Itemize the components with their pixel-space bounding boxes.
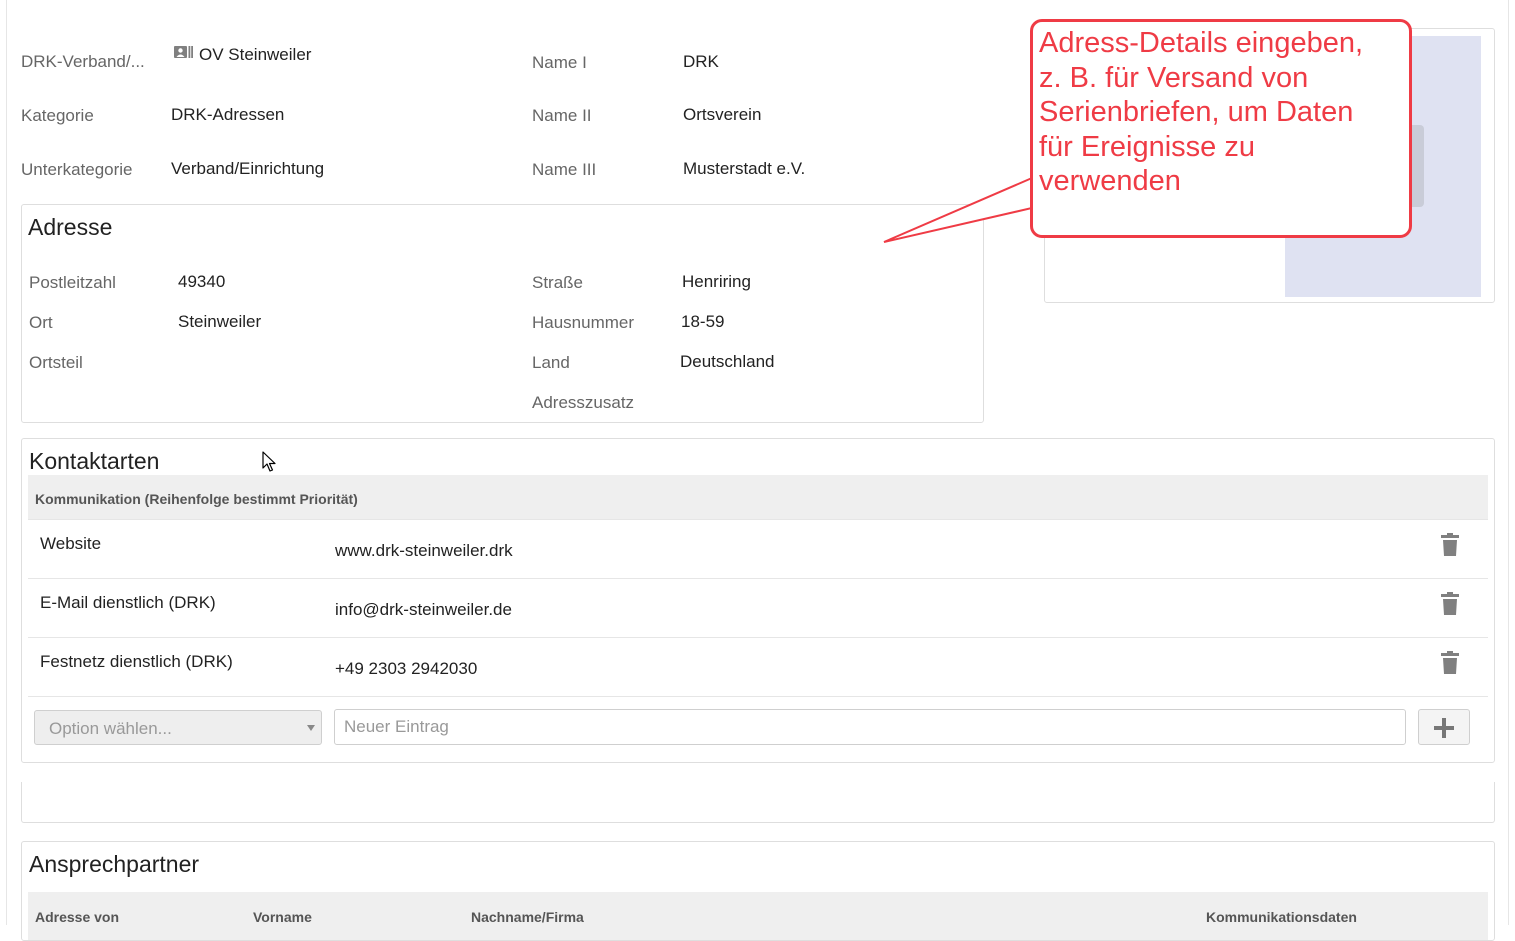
window-edge-right <box>1508 0 1509 925</box>
kategorie-label: Kategorie <box>21 106 94 125</box>
name3-value: Musterstadt e.V. <box>683 159 806 178</box>
caret-down-icon <box>307 725 315 731</box>
callout-line: z. B. für Versand von <box>1039 61 1309 94</box>
kontaktarten-table-header: Kommunikation (Reihenfolge bestimmt Prio… <box>28 475 1488 519</box>
ortsteil-label: Ortsteil <box>29 353 83 372</box>
column-vorname[interactable]: Vorname <box>253 909 312 925</box>
kategorie-value: DRK-Adressen <box>171 105 285 124</box>
adresse-title: Adresse <box>28 214 113 240</box>
ansprechpartner-table-header: Adresse von Vorname Nachname/Firma Kommu… <box>28 892 1488 940</box>
plz-label: Postleitzahl <box>29 273 116 292</box>
contact-type: Festnetz dienstlich (DRK) <box>40 652 233 671</box>
column-nachname-firma[interactable]: Nachname/Firma <box>471 909 584 925</box>
contact-value[interactable]: info@drk-steinweiler.de <box>335 600 512 620</box>
adresszusatz-label: Adresszusatz <box>532 393 635 412</box>
ort-value: Steinweiler <box>178 312 262 331</box>
contact-type: Website <box>40 534 102 553</box>
option-select-placeholder: Option wählen... <box>49 719 172 738</box>
table-row: E-Mail dienstlich (DRK) info@drk-steinwe… <box>28 579 1488 637</box>
callout-line: verwenden <box>1039 165 1181 197</box>
unterkategorie-value: Verband/Einrichtung <box>171 159 325 178</box>
contact-type: E-Mail dienstlich (DRK) <box>40 593 216 612</box>
verband-value[interactable]: OV Steinweiler <box>199 45 311 65</box>
callout-box: Adress-Details eingeben, z. B. für Versa… <box>1030 19 1412 238</box>
name1-value: DRK <box>683 52 719 71</box>
unterkategorie-label: Unterkategorie <box>21 160 133 179</box>
column-adresse-von[interactable]: Adresse von <box>35 909 119 925</box>
add-contact-button[interactable] <box>1418 709 1470 745</box>
ansprechpartner-panel: Ansprechpartner Adresse von Vorname Nach… <box>21 841 1495 941</box>
kontaktarten-column-kommunikation: Kommunikation (Reihenfolge bestimmt Prio… <box>35 491 358 507</box>
row-divider <box>28 696 1488 697</box>
name1-label: Name I <box>532 53 587 72</box>
land-label: Land <box>532 353 570 372</box>
callout-pointer <box>883 176 1033 243</box>
plz-value: 49340 <box>178 272 226 291</box>
strasse-value: Henriring <box>682 272 751 291</box>
new-entry-input[interactable] <box>334 709 1406 745</box>
name2-value: Ortsverein <box>683 105 762 124</box>
option-select[interactable]: Option wählen... <box>34 710 322 745</box>
adresse-panel: Adresse Postleitzahl 49340 Ort Steinweil… <box>21 204 984 423</box>
name3-label: Name III <box>532 160 597 179</box>
hausnummer-value: 18-59 <box>681 312 725 331</box>
callout-line: Serienbriefen, um Daten <box>1039 96 1354 128</box>
trash-icon[interactable] <box>1440 592 1460 616</box>
trash-icon[interactable] <box>1440 651 1460 675</box>
land-value: Deutschland <box>680 352 775 371</box>
ansprechpartner-title: Ansprechpartner <box>29 851 200 877</box>
verband-label: DRK-Verband/... <box>21 52 145 71</box>
strasse-label: Straße <box>532 273 584 292</box>
hausnummer-label: Hausnummer <box>532 313 635 332</box>
empty-panel <box>21 782 1495 823</box>
callout-line: Adress-Details eingeben, <box>1039 27 1364 59</box>
trash-icon[interactable] <box>1440 533 1460 557</box>
contact-value[interactable]: www.drk-steinweiler.drk <box>335 541 513 561</box>
window-edge-left <box>6 0 7 925</box>
id-card-icon <box>174 46 193 59</box>
column-kommunikationsdaten[interactable]: Kommunikationsdaten <box>1206 909 1357 925</box>
kontaktarten-panel: Kontaktarten Kommunikation (Reihenfolge … <box>21 438 1495 763</box>
contact-value[interactable]: +49 2303 2942030 <box>335 659 477 679</box>
table-row: Festnetz dienstlich (DRK) +49 2303 29420… <box>28 638 1488 696</box>
mouse-pointer-icon <box>262 451 276 472</box>
ort-label: Ort <box>29 313 53 332</box>
name2-label: Name II <box>532 106 592 125</box>
table-row: Website www.drk-steinweiler.drk <box>28 520 1488 578</box>
callout-line: für Ereignisse zu <box>1039 130 1255 163</box>
kontaktarten-title: Kontaktarten <box>29 448 160 474</box>
